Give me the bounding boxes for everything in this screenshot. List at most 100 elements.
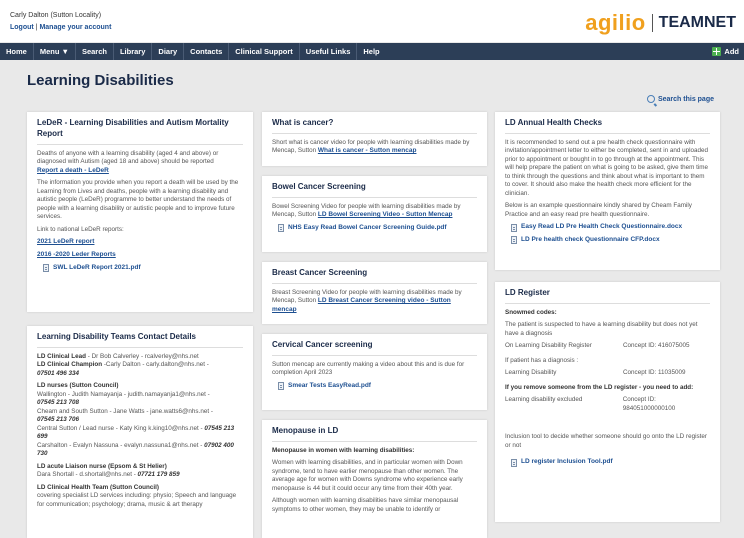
bowel-screening-text: Bowel Screening Video for people with le… (272, 203, 477, 220)
docx-file-icon (511, 223, 517, 232)
clinical-champion-label: LD Clinical Champion (37, 361, 103, 369)
leder-national-label: Link to national LeDeR reports: (37, 225, 124, 233)
nurse-cheam-phone: 07545 213 706 (37, 416, 80, 424)
ld-teams-title: Learning Disability Teams Contact Detail… (37, 332, 243, 348)
main-nav: Home Menu ▼ Search Library Diary Contact… (0, 43, 744, 60)
clinical-lead-contact: - Dr Bob Calverley - rcalverley@nhs.net (86, 352, 199, 360)
top-bar: Carly Dalton (Sutton Locality) Logout | … (0, 0, 744, 42)
cervical-screening-text: Sutton mencap are currently making a vid… (272, 360, 465, 377)
easy-read-questionnaire-label: Easy Read LD Pre Health Check Questionna… (521, 223, 683, 231)
menopause-card: Menopause in LD Menopause in women with … (262, 420, 487, 538)
nav-diary[interactable]: Diary (152, 43, 185, 60)
ld-nurses: LD nurses (Sutton Council) Wallington - … (37, 382, 243, 459)
user-name: Carly Dalton (Sutton Locality) (10, 12, 102, 19)
nurse-central: Central Sutton / Lead nurse - Katy King … (37, 424, 203, 432)
nurse-cheam: Cheam and South Sutton - Jane Watts - ja… (37, 407, 213, 415)
register-inclusion-text: Inclusion tool to decide whether someone… (505, 433, 707, 449)
leder-2021-link[interactable]: 2021 LeDeR report (37, 238, 94, 245)
clinical-champion-contact: -Carly Dalton - carly.dalton@nhs.net - (102, 361, 209, 369)
ld-nurses-label: LD nurses (Sutton Council) (37, 382, 119, 390)
nav-search[interactable]: Search (76, 43, 114, 60)
manage-account-link[interactable]: Manage your account (39, 24, 111, 31)
bowel-screening-title: Bowel Cancer Screening (272, 182, 477, 198)
logo-divider (651, 14, 653, 32)
nurse-carshalton: Carshalton - Evalyn Nassuna - evalyn.nas… (37, 441, 203, 449)
swl-leder-file[interactable]: SWL LeDeR Report 2021.pdf (43, 264, 243, 273)
register-row-label: Learning Disability (505, 369, 557, 377)
inclusion-tool-file[interactable]: LD register Inclusion Tool.pdf (511, 458, 710, 467)
nurse-wallington: Wallington - Judith Namayanja - judith.n… (37, 390, 210, 398)
register-row-label: On Learning Disability Register (505, 342, 592, 350)
pdf-file-icon (43, 264, 49, 273)
cervical-screening-title: Cervical Cancer screening (272, 340, 477, 356)
search-icon (646, 95, 655, 103)
docx-file-icon (511, 236, 517, 245)
cfp-questionnaire-label: LD Pre health check Questionnaire CFP.do… (521, 236, 660, 244)
leder-intro: Deaths of anyone with a learning disabil… (37, 150, 243, 176)
health-checks-card: LD Annual Health Checks It is recommende… (495, 112, 720, 270)
clinical-lead: LD Clinical Lead - Dr Bob Calverley - rc… (37, 353, 243, 379)
menopause-p1: Women with learning disabilities, and in… (272, 459, 463, 492)
smear-tests-file[interactable]: Smear Tests EasyRead.pdf (278, 382, 477, 391)
breast-screening-text: Breast Screening Video for people with l… (272, 289, 477, 315)
ld-register-card: LD Register Snowmed codes: The patient i… (495, 282, 720, 522)
register-row-on-register: On Learning Disability Register Concept I… (505, 342, 710, 351)
bowel-guide-file-label: NHS Easy Read Bowel Cancer Screening Gui… (288, 224, 447, 232)
clinical-health-team-text: covering specialist LD services includin… (37, 492, 237, 508)
clinical-champion-phone: 07501 496 334 (37, 369, 80, 377)
register-row-concept: Concept ID: 416075005 (623, 342, 690, 350)
bowel-guide-file[interactable]: NHS Easy Read Bowel Cancer Screening Gui… (278, 224, 477, 233)
report-death-link[interactable]: Report a death - LeDeR (37, 167, 109, 174)
snomed-label: Snowmed codes: (505, 308, 557, 316)
leder-title: LeDeR - Learning Disabilities and Autism… (37, 118, 243, 145)
nav-help[interactable]: Help (357, 43, 385, 60)
what-is-cancer-link[interactable]: What is cancer - Sutton mencap (318, 147, 417, 154)
health-checks-p2: Below is an example questionnaire kindly… (505, 202, 692, 218)
cfp-questionnaire-file[interactable]: LD Pre health check Questionnaire CFP.do… (511, 236, 710, 245)
leder-2016-2020-link[interactable]: 2016 -2020 Leder Reports (37, 251, 116, 258)
bowel-screening-card: Bowel Cancer Screening Bowel Screening V… (262, 176, 487, 252)
health-checks-p1: It is recommended to send out a pre heal… (505, 138, 709, 197)
register-diagnosis: If patient has a diagnosis : (505, 356, 579, 364)
page-title: Learning Disabilities (27, 72, 174, 89)
what-is-cancer-title: What is cancer? (272, 118, 477, 134)
clinical-health-team-label: LD Clinical Health Team (Sutton Council) (37, 483, 159, 491)
logo-teamnet-text: TEAMNET (658, 14, 736, 31)
cervical-screening-card: Cervical Cancer screening Sutton mencap … (262, 334, 487, 410)
nav-useful-links[interactable]: Useful Links (300, 43, 358, 60)
search-this-page-link[interactable]: Search this page (646, 95, 714, 103)
add-button[interactable]: Add (712, 43, 739, 60)
bowel-screening-video-link[interactable]: LD Bowel Screening Video - Sutton Mencap (318, 211, 453, 218)
leder-desc: The information you provide when you rep… (37, 179, 239, 221)
nav-library[interactable]: Library (114, 43, 153, 60)
nav-clinical-support[interactable]: Clinical Support (229, 43, 300, 60)
what-is-cancer-card: What is cancer? Short what is cancer vid… (262, 112, 487, 166)
register-row-concept: Concept ID: 984051000000100 (622, 396, 676, 412)
logout-link[interactable]: Logout (10, 24, 34, 31)
health-checks-title: LD Annual Health Checks (505, 118, 710, 134)
clinical-lead-label: LD Clinical Lead (37, 352, 86, 360)
pdf-file-icon (278, 224, 284, 233)
ld-teams-card: Learning Disability Teams Contact Detail… (27, 326, 253, 538)
liaison-nurse-contact: Dara Shortall - d.shortall@nhs.net - (37, 471, 136, 479)
register-row-excluded: Learning disability excluded Concept ID: … (505, 396, 710, 413)
menopause-title: Menopause in LD (272, 426, 477, 442)
nav-contacts[interactable]: Contacts (184, 43, 230, 60)
easy-read-questionnaire-file[interactable]: Easy Read LD Pre Health Check Questionna… (511, 223, 710, 232)
pdf-file-icon (511, 458, 517, 467)
register-suspected: The patient is suspected to have a learn… (505, 321, 698, 337)
add-label: Add (724, 47, 739, 56)
liaison-nurse-label: LD acute Liaison nurse (Epsom & St Helie… (37, 462, 167, 470)
liaison-nurse: LD acute Liaison nurse (Epsom & St Helie… (37, 463, 243, 480)
pdf-file-icon (278, 382, 284, 391)
leder-card: LeDeR - Learning Disabilities and Autism… (27, 112, 253, 312)
menopause-p2: Although women with learning disabilitie… (272, 497, 459, 513)
search-this-page-label: Search this page (657, 95, 714, 103)
plus-icon (712, 47, 722, 56)
nav-menu[interactable]: Menu ▼ (34, 43, 76, 60)
swl-leder-file-label: SWL LeDeR Report 2021.pdf (53, 263, 141, 271)
liaison-nurse-phone: 07721 179 859 (137, 471, 180, 479)
ld-register-title: LD Register (505, 288, 710, 304)
logo-agilio-text: agilio (585, 10, 646, 35)
nav-home[interactable]: Home (0, 43, 34, 60)
